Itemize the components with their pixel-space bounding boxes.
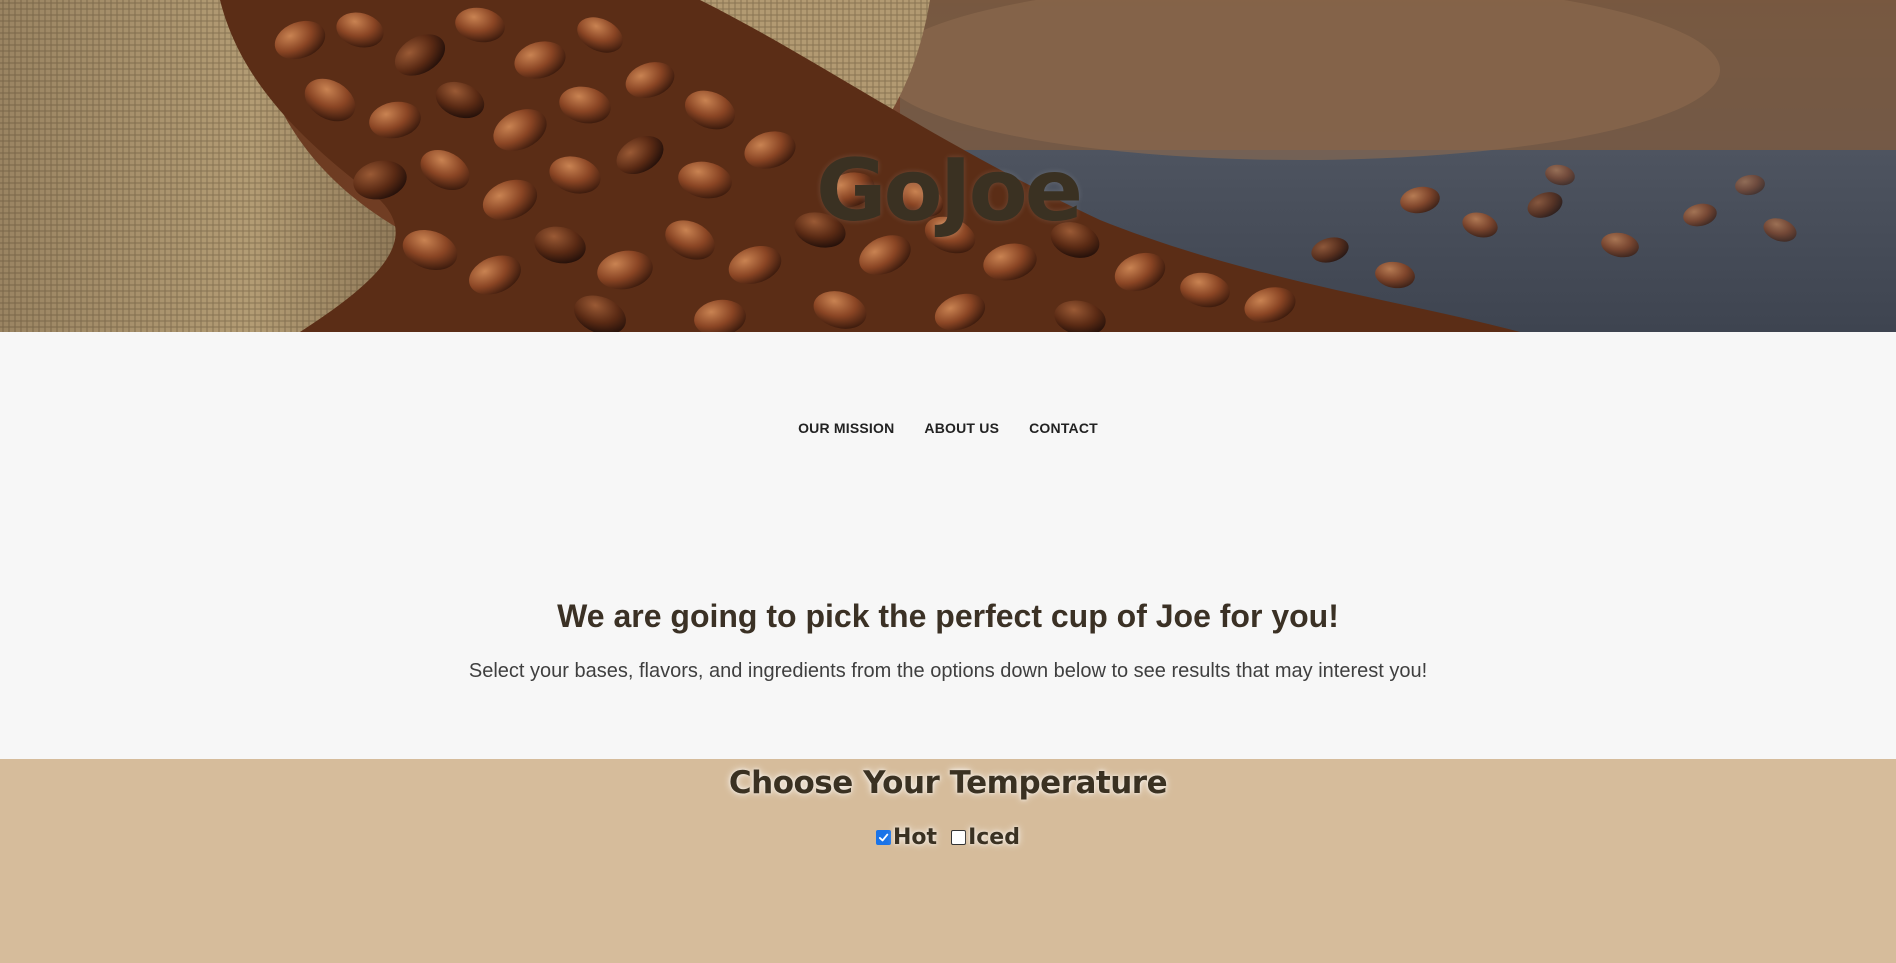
hot-label: Hot xyxy=(893,825,938,850)
intro-heading: We are going to pick the perfect cup of … xyxy=(557,598,1339,634)
intro-description: Select your bases, flavors, and ingredie… xyxy=(468,660,1428,682)
option-iced[interactable]: Iced xyxy=(951,825,1020,850)
check-icon xyxy=(878,833,889,842)
temperature-section: Choose Your Temperature Hot Iced xyxy=(0,759,1896,963)
nav-link-our-mission[interactable]: OUR MISSION xyxy=(798,420,894,436)
option-hot[interactable]: Hot xyxy=(876,825,937,850)
nav-link-contact[interactable]: CONTACT xyxy=(1029,420,1098,436)
nav-link-about-us[interactable]: ABOUT US xyxy=(924,420,999,436)
site-logo-title: GoJoe xyxy=(815,141,1083,241)
temperature-options: Hot Iced xyxy=(0,825,1896,850)
hero-banner: GoJoe xyxy=(0,0,1896,332)
iced-label: Iced xyxy=(968,825,1020,850)
temperature-heading: Choose Your Temperature xyxy=(728,765,1168,801)
hot-checkbox[interactable] xyxy=(876,830,892,845)
iced-checkbox[interactable] xyxy=(951,830,967,845)
main-nav: OUR MISSION ABOUT US CONTACT xyxy=(0,420,1896,436)
